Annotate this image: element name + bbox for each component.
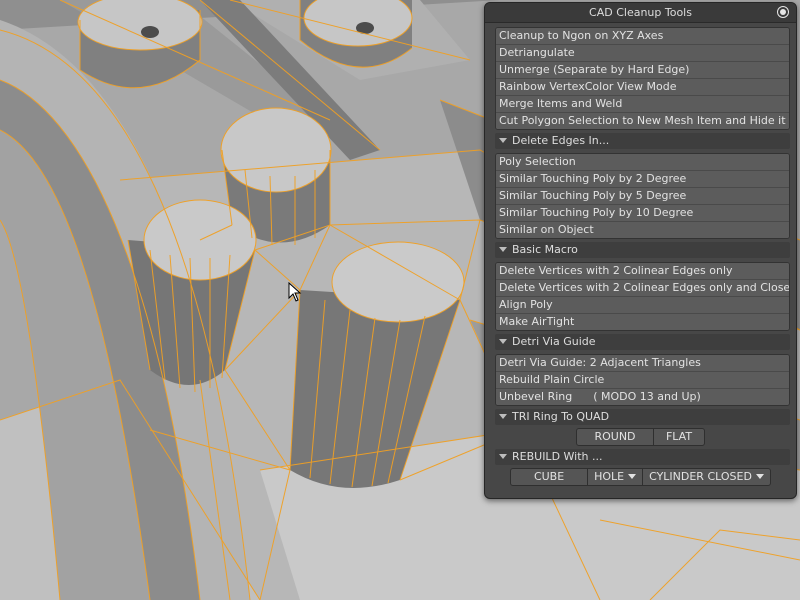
hole-dropdown[interactable]: HOLE (588, 468, 644, 486)
section-tri-ring-to-quad[interactable]: TRI Ring To QUAD (495, 409, 790, 425)
top-tools-group: Cleanup to Ngon on XYZ Axes Detriangulat… (495, 27, 790, 130)
rebuild-buttons: CUBE HOLE CYLINDER CLOSED (485, 468, 796, 486)
tool-poly-selection[interactable]: Poly Selection (496, 154, 789, 171)
collapse-arrow-icon (499, 247, 507, 252)
tool-unbevel-ring[interactable]: Unbevel Ring ( MODO 13 and Up) (496, 389, 789, 405)
cube-button[interactable]: CUBE (510, 468, 589, 486)
tool-delete-colinear-vertices[interactable]: Delete Vertices with 2 Colinear Edges on… (496, 263, 789, 280)
tool-similar-5-degree[interactable]: Similar Touching Poly by 5 Degree (496, 188, 789, 205)
section-label: Basic Macro (512, 243, 578, 256)
tool-make-airtight[interactable]: Make AirTight (496, 314, 789, 330)
collapse-arrow-icon (499, 454, 507, 459)
hole-label: HOLE (594, 470, 625, 483)
section-delete-edges[interactable]: Delete Edges In... (495, 133, 790, 149)
tool-cut-polygon-selection[interactable]: Cut Polygon Selection to New Mesh Item a… (496, 113, 789, 129)
dropdown-arrow-icon (628, 474, 637, 479)
tool-rebuild-plain-circle[interactable]: Rebuild Plain Circle (496, 372, 789, 389)
tri-ring-buttons: ROUND FLAT (485, 428, 796, 446)
panel-title-bar[interactable]: CAD Cleanup Tools (485, 3, 796, 23)
tool-rainbow-vertexcolor[interactable]: Rainbow VertexColor View Mode (496, 79, 789, 96)
collapse-arrow-icon (499, 414, 507, 419)
tool-merge-weld[interactable]: Merge Items and Weld (496, 96, 789, 113)
dropdown-arrow-icon (755, 474, 764, 479)
tool-detriangulate[interactable]: Detriangulate (496, 45, 789, 62)
mouse-cursor-icon (288, 282, 302, 302)
flat-button[interactable]: FLAT (654, 428, 705, 446)
section-label: TRI Ring To QUAD (512, 410, 610, 423)
tool-similar-on-object[interactable]: Similar on Object (496, 222, 789, 238)
close-icon[interactable] (777, 6, 789, 18)
section-label: Delete Edges In... (512, 134, 610, 147)
section-label: REBUILD With ... (512, 450, 603, 463)
round-button[interactable]: ROUND (576, 428, 654, 446)
tool-unmerge[interactable]: Unmerge (Separate by Hard Edge) (496, 62, 789, 79)
tool-similar-2-degree[interactable]: Similar Touching Poly by 2 Degree (496, 171, 789, 188)
section-basic-macro[interactable]: Basic Macro (495, 242, 790, 258)
tool-detri-adjacent-triangles[interactable]: Detri Via Guide: 2 Adjacent Triangles (496, 355, 789, 372)
tool-cleanup-ngon[interactable]: Cleanup to Ngon on XYZ Axes (496, 28, 789, 45)
panel-title: CAD Cleanup Tools (589, 6, 692, 19)
delete-edges-group: Poly Selection Similar Touching Poly by … (495, 153, 790, 239)
cylinder-label: CYLINDER CLOSED (649, 470, 752, 483)
section-label: Detri Via Guide (512, 335, 596, 348)
tool-similar-10-degree[interactable]: Similar Touching Poly by 10 Degree (496, 205, 789, 222)
cad-cleanup-tools-panel: CAD Cleanup Tools Cleanup to Ngon on XYZ… (484, 2, 797, 499)
section-detri-via-guide[interactable]: Detri Via Guide (495, 334, 790, 350)
basic-macro-group: Delete Vertices with 2 Colinear Edges on… (495, 262, 790, 331)
cylinder-closed-dropdown[interactable]: CYLINDER CLOSED (643, 468, 771, 486)
collapse-arrow-icon (499, 339, 507, 344)
tool-delete-colinear-close-holes[interactable]: Delete Vertices with 2 Colinear Edges on… (496, 280, 789, 297)
section-rebuild-with[interactable]: REBUILD With ... (495, 449, 790, 465)
collapse-arrow-icon (499, 138, 507, 143)
tool-align-poly[interactable]: Align Poly (496, 297, 789, 314)
detri-guide-group: Detri Via Guide: 2 Adjacent Triangles Re… (495, 354, 790, 406)
